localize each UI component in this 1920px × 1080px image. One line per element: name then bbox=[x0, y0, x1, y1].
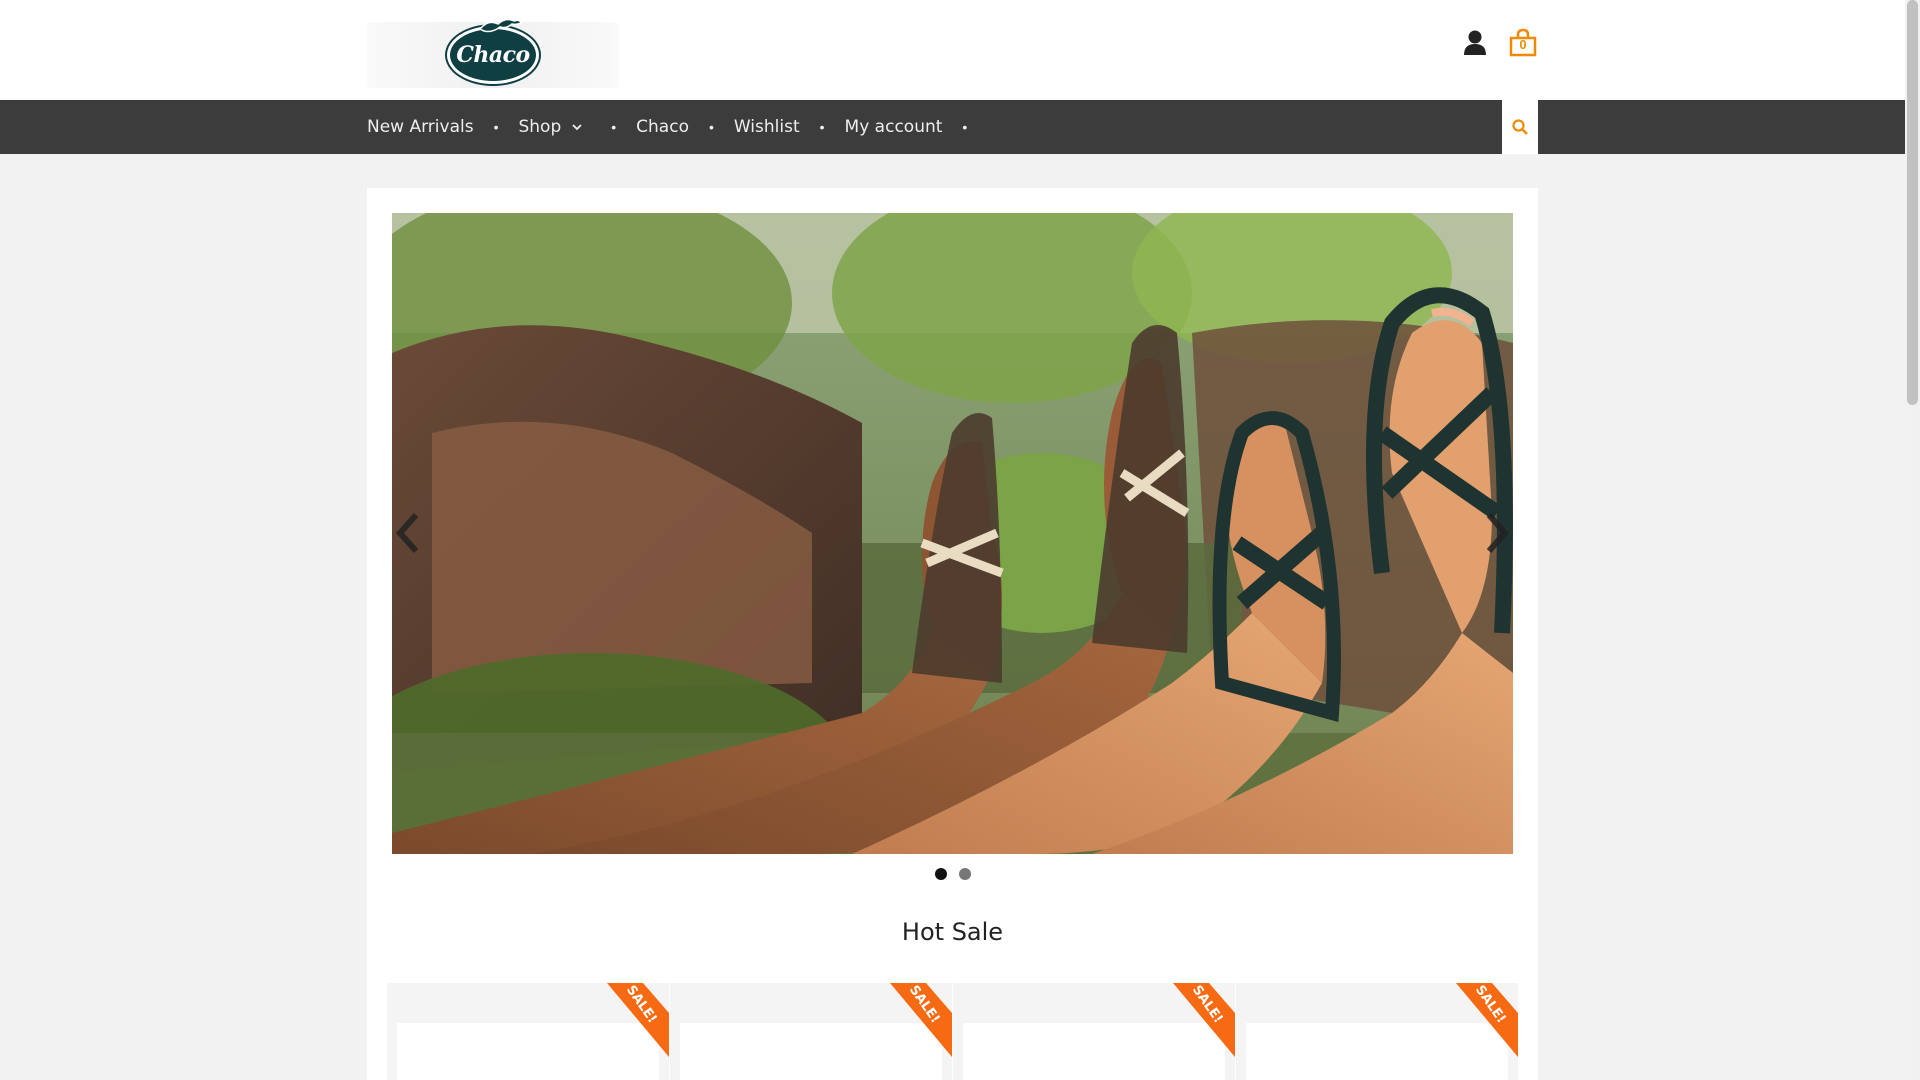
hero-image-sandals bbox=[392, 213, 1513, 854]
hero-slider bbox=[392, 213, 1513, 854]
nav-separator: • bbox=[962, 119, 968, 135]
chaco-logo-badge: Chaco bbox=[447, 18, 539, 84]
nav-separator: • bbox=[708, 119, 714, 135]
main-content: Hot Sale SALE! SALE! SALE! SALE! bbox=[367, 188, 1538, 1080]
user-icon bbox=[1464, 30, 1486, 55]
chevron-down-icon bbox=[572, 124, 582, 131]
slider-next-arrow[interactable] bbox=[1481, 511, 1511, 555]
page-scrollbar[interactable] bbox=[1905, 0, 1920, 1080]
main-nav: New Arrivals • Shop • Chaco • Wishlist •… bbox=[0, 100, 1905, 154]
nav-item-new-arrivals[interactable]: New Arrivals bbox=[367, 117, 474, 137]
section-title: Hot Sale bbox=[901, 918, 1004, 946]
site-header: Chaco 0 bbox=[0, 0, 1905, 100]
nav-item-shop[interactable]: Shop bbox=[518, 117, 583, 137]
search-icon bbox=[1512, 119, 1528, 135]
product-grid: SALE! SALE! SALE! SALE! bbox=[387, 983, 1518, 1080]
product-card[interactable]: SALE! bbox=[670, 983, 952, 1080]
site-logo[interactable]: Chaco bbox=[367, 18, 619, 88]
nav-item-my-account[interactable]: My account bbox=[845, 117, 943, 137]
product-card[interactable]: SALE! bbox=[387, 983, 669, 1080]
nav-separator: • bbox=[819, 119, 825, 135]
scrollbar-thumb[interactable] bbox=[1907, 0, 1918, 405]
account-button[interactable] bbox=[1460, 28, 1490, 58]
lizard-icon bbox=[478, 18, 522, 33]
product-card[interactable]: SALE! bbox=[953, 983, 1235, 1080]
nav-separator: • bbox=[611, 119, 617, 135]
nav-item-wishlist[interactable]: Wishlist bbox=[734, 117, 800, 137]
product-card[interactable]: SALE! bbox=[1236, 983, 1518, 1080]
search-button[interactable] bbox=[1502, 100, 1538, 154]
slider-dot-1[interactable] bbox=[934, 868, 947, 880]
cart-button[interactable]: 0 bbox=[1508, 28, 1538, 58]
nav-separator: • bbox=[493, 119, 499, 135]
nav-item-shop-label: Shop bbox=[518, 117, 562, 137]
cart-count: 0 bbox=[1519, 37, 1527, 52]
slider-dots bbox=[367, 868, 1538, 880]
slider-prev-arrow[interactable] bbox=[394, 511, 424, 555]
logo-text: Chaco bbox=[456, 42, 530, 68]
slider-dot-2[interactable] bbox=[958, 868, 971, 880]
nav-item-chaco[interactable]: Chaco bbox=[636, 117, 689, 137]
